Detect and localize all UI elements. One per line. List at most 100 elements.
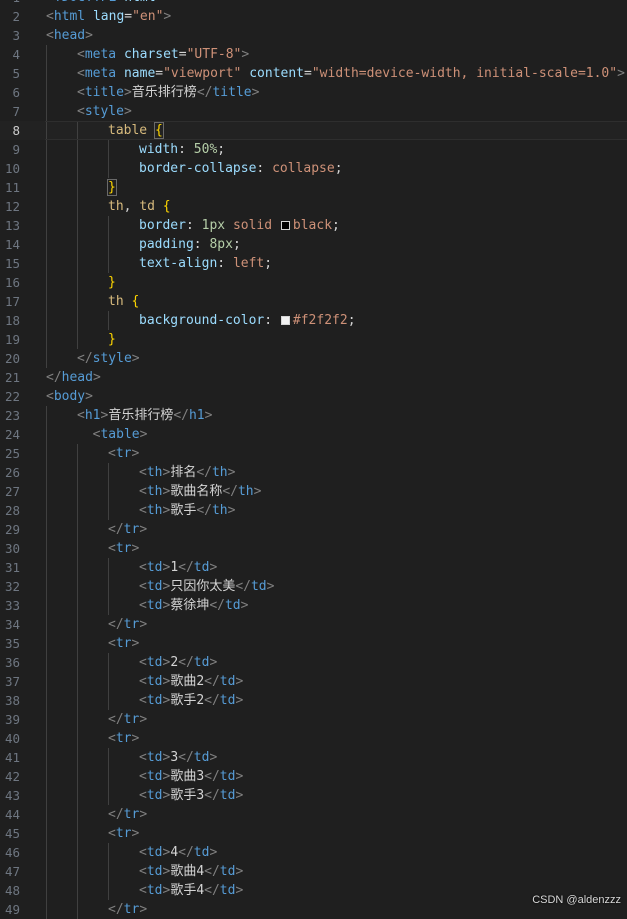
code-line[interactable]: 39 </tr>	[0, 710, 627, 729]
code-line[interactable]: 33 <td>蔡徐坤</td>	[0, 596, 627, 615]
indent-guide	[77, 197, 78, 216]
line-code: </head>	[46, 368, 101, 387]
line-code: </tr>	[108, 520, 147, 539]
line-number: 48	[4, 883, 20, 898]
code-line[interactable]: 13 border: 1px solid black;	[0, 216, 627, 235]
code-token: ;	[217, 142, 226, 157]
code-token: :	[185, 218, 202, 233]
code-line[interactable]: 12 th, td {	[0, 197, 627, 216]
indent-guide	[108, 463, 109, 482]
code-line[interactable]: 27 <th>歌曲名称</th>	[0, 482, 627, 501]
code-token: =	[178, 47, 187, 62]
code-line[interactable]: 17 th {	[0, 292, 627, 311]
indent-guide	[77, 615, 78, 634]
code-token: >	[85, 389, 93, 404]
code-line[interactable]: 6 <title>音乐排行榜</title>	[0, 83, 627, 102]
indent-guide	[77, 216, 78, 235]
code-line[interactable]: 8 table {	[0, 121, 627, 140]
code-token: 50%	[193, 142, 218, 157]
code-line[interactable]: 4 <meta charset="UTF-8">	[0, 45, 627, 64]
code-line[interactable]: 40 <tr>	[0, 729, 627, 748]
code-token: tr	[115, 446, 132, 461]
line-number: 37	[4, 674, 20, 689]
code-line[interactable]: 20 </style>	[0, 349, 627, 368]
indent-guide	[77, 881, 78, 900]
code-line[interactable]: 23 <h1>音乐排行榜</h1>	[0, 406, 627, 425]
code-line[interactable]: 11}	[0, 178, 627, 197]
code-editor[interactable]: 1<!DOCTYPE html>2<html lang="en">3<head>…	[0, 0, 627, 919]
code-line[interactable]: 34 </tr>	[0, 615, 627, 634]
code-line[interactable]: 15 text-align: left;	[0, 254, 627, 273]
code-line[interactable]: 18 background-color: #f2f2f2;	[0, 311, 627, 330]
line-code: <td>歌手2</td>	[139, 691, 243, 710]
code-token: >	[209, 845, 218, 860]
code-line[interactable]: 25 <tr>	[0, 444, 627, 463]
code-token: black	[292, 218, 333, 233]
line-number: 41	[4, 750, 20, 765]
code-line[interactable]: 21 </head>	[0, 368, 627, 387]
code-line[interactable]: 42 <td>歌曲3</td>	[0, 767, 627, 786]
code-line[interactable]: 10 border-collapse: collapse;	[0, 159, 627, 178]
code-token: <	[139, 560, 147, 575]
code-token: tr	[123, 807, 140, 822]
code-line[interactable]: 45 <tr>	[0, 824, 627, 843]
code-line[interactable]: 9 width: 50%;	[0, 140, 627, 159]
code-line[interactable]: 30 <tr>	[0, 539, 627, 558]
code-token: <	[77, 47, 85, 62]
line-number: 12	[4, 199, 20, 214]
code-token: >	[131, 351, 140, 366]
color-swatch-icon[interactable]	[280, 316, 290, 325]
code-token: td	[146, 560, 163, 575]
code-token: :	[178, 142, 194, 157]
code-token: td	[146, 693, 163, 708]
code-line[interactable]: 41 <td>3</td>	[0, 748, 627, 767]
code-line[interactable]: 43 <td>歌手3</td>	[0, 786, 627, 805]
code-line[interactable]: 36 <td>2</td>	[0, 653, 627, 672]
code-line[interactable]: 3 <head>	[0, 26, 627, 45]
indent-guide	[46, 444, 47, 463]
code-token: charset	[123, 47, 179, 62]
code-line[interactable]: 37 <td>歌曲2</td>	[0, 672, 627, 691]
code-line[interactable]: 16}	[0, 273, 627, 292]
code-token: >	[131, 446, 140, 461]
code-token: <	[46, 28, 54, 43]
code-line[interactable]: 14 padding: 8px;	[0, 235, 627, 254]
code-line[interactable]: 38 <td>歌手2</td>	[0, 691, 627, 710]
code-line[interactable]: 31 <td>1</td>	[0, 558, 627, 577]
line-number: 40	[4, 731, 20, 746]
code-line[interactable]: 1 <!DOCTYPE html>	[0, 0, 627, 7]
code-token: <	[108, 826, 116, 841]
code-line[interactable]: 28 <th>歌手</th>	[0, 501, 627, 520]
code-token: </	[108, 617, 124, 632]
indent-guide	[46, 102, 47, 121]
code-line[interactable]: 32 <td>只因你太美</td>	[0, 577, 627, 596]
code-line[interactable]: 46 <td>4</td>	[0, 843, 627, 862]
indent-guide	[108, 577, 109, 596]
code-token: tr	[115, 541, 132, 556]
indent-guide	[46, 843, 47, 862]
csdn-watermark: CSDN @aldenzzz	[532, 894, 621, 906]
code-line[interactable]: 7 <style>	[0, 102, 627, 121]
code-line[interactable]: 19}	[0, 330, 627, 349]
code-line[interactable]: 24 <table>	[0, 425, 627, 444]
code-line[interactable]: 5 <meta name="viewport" content="width=de…	[0, 64, 627, 83]
code-line[interactable]: 44 </tr>	[0, 805, 627, 824]
code-line[interactable]: 26 <th>排名</th>	[0, 463, 627, 482]
code-line[interactable]: 2 <html lang="en">	[0, 7, 627, 26]
code-line[interactable]: 22 <body>	[0, 387, 627, 406]
code-token: {	[162, 199, 171, 214]
color-swatch-icon[interactable]	[280, 221, 290, 230]
indent-guide	[77, 577, 78, 596]
indent-guide	[77, 786, 78, 805]
code-token: td	[146, 750, 163, 765]
code-token: >	[235, 693, 244, 708]
indent-guide	[108, 159, 109, 178]
line-number: 32	[4, 579, 20, 594]
code-line[interactable]: 35 <tr>	[0, 634, 627, 653]
code-token: >	[240, 598, 249, 613]
code-line[interactable]: 47 <td>歌曲4</td>	[0, 862, 627, 881]
code-line[interactable]: 29 </tr>	[0, 520, 627, 539]
code-token: name	[123, 66, 156, 81]
